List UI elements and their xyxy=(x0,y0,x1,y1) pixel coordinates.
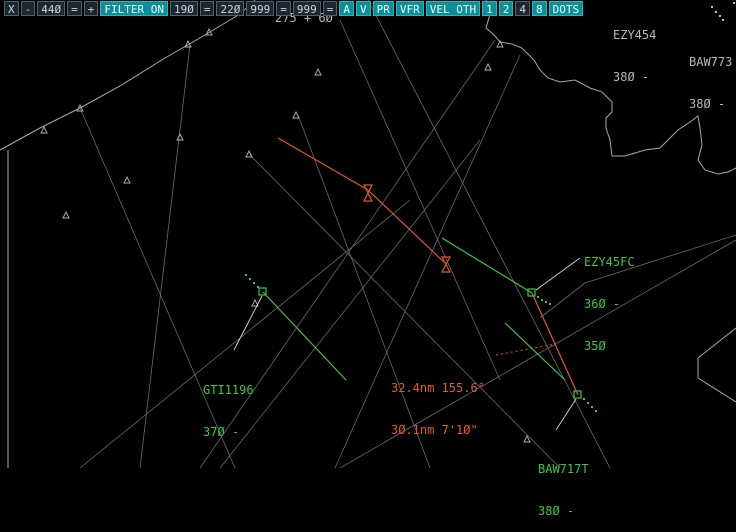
toolbar-eq4-button[interactable]: = xyxy=(322,1,338,16)
toolbar-n1-button[interactable]: 1 xyxy=(482,1,497,16)
dashed-trail-baw773 xyxy=(711,2,735,21)
toolbar-vfr-button[interactable]: VFR xyxy=(395,1,424,16)
toolbar-n4-button[interactable]: 4 xyxy=(515,1,530,16)
toolbar-lim2-button[interactable]: 999 xyxy=(292,1,321,16)
flight-level: 38Ø - xyxy=(689,97,726,111)
datablock-ezy454[interactable]: EZY454 38Ø - xyxy=(613,0,656,98)
datablock-baw717t[interactable]: BAW717T 38Ø - xyxy=(538,434,589,532)
cleared-level: 35Ø xyxy=(584,339,606,353)
toolbar-n2-button[interactable]: 2 xyxy=(498,1,514,16)
datablock-ezy45fc[interactable]: EZY45FC 36Ø - 35Ø xyxy=(584,227,635,367)
toolbar-plus-button[interactable]: + xyxy=(83,1,99,16)
conflict-readout: 32.4nm 155.6° 3Ø.1nm 7'1Ø" xyxy=(391,353,485,451)
callsign: GTI1196 xyxy=(203,383,254,397)
conflict-min-separation: 3Ø.1nm 7'1Ø" xyxy=(391,423,478,437)
callsign: EZY45FC xyxy=(584,255,635,269)
toolbar-dots-button[interactable]: DOTS xyxy=(548,1,584,16)
flight-level: 37Ø - xyxy=(203,425,240,439)
flight-level: 38Ø - xyxy=(613,70,650,84)
toolbar-n8-button[interactable]: 8 xyxy=(531,1,547,16)
callsign: BAW717T xyxy=(538,462,589,476)
flight-level: 38Ø - xyxy=(538,504,575,518)
flight-level: 36Ø - xyxy=(584,297,621,311)
toolbar-upper-button[interactable]: 22Ø xyxy=(216,1,245,16)
toolbar-velOth-button[interactable]: VEL OTH xyxy=(425,1,481,16)
toolbar-eq3-button[interactable]: = xyxy=(276,1,291,16)
toolbar-eq2-button[interactable]: = xyxy=(199,1,215,16)
callsign: EZY454 xyxy=(613,28,657,42)
toolbar-a-button[interactable]: A xyxy=(339,1,354,16)
toolbar-pr-button[interactable]: PR xyxy=(372,1,394,16)
toolbar-x-button[interactable]: X xyxy=(4,1,19,16)
toolbar-range-button[interactable]: 44Ø xyxy=(37,1,66,16)
toolbar: X -44Ø = + FILTER ON 19Ø = 22Ø 999 = 999 = A V PR VFR VE… xyxy=(4,1,584,16)
conflict-distance-bearing: 32.4nm 155.6° xyxy=(391,381,485,395)
datablock-baw773[interactable]: BAW773 38Ø - xyxy=(689,27,732,125)
datablock-gti1196[interactable]: GTI1196 37Ø - xyxy=(203,355,254,453)
toolbar-lower-button[interactable]: 19Ø xyxy=(169,1,198,16)
toolbar-filter-button[interactable]: FILTER ON xyxy=(100,1,168,16)
toolbar-lim1-button[interactable]: 999 xyxy=(246,1,275,16)
conflict-distance-line xyxy=(495,343,557,356)
toolbar-minus-button[interactable]: - xyxy=(20,1,36,16)
toolbar-v-button[interactable]: V xyxy=(355,1,371,16)
toolbar-eq1-button[interactable]: = xyxy=(67,1,82,16)
callsign: BAW773 xyxy=(689,55,733,69)
